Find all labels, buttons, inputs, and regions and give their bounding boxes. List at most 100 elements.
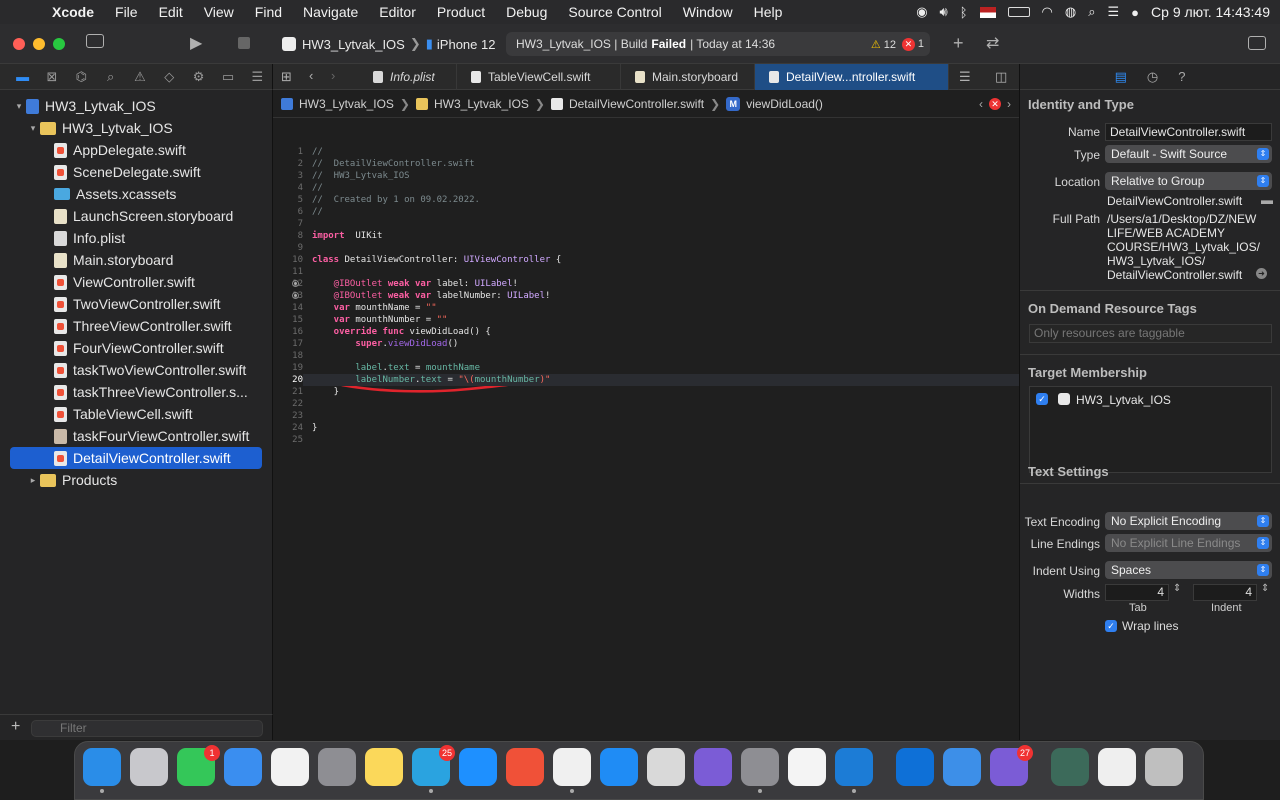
activity-view[interactable]: HW3_Lytvak_IOS | Build Failed | Today at… [506,32,930,56]
jump-bar-project[interactable]: HW3_Lytvak_IOS [281,97,394,111]
navigator-item[interactable]: Assets.xcassets [10,183,262,205]
tab-width-stepper[interactable]: ⇕ [1173,583,1181,594]
add-file-icon[interactable]: + [11,718,20,736]
line-number[interactable]: 16 [273,326,303,338]
navigator-item[interactable]: taskThreeViewController.s... [10,381,262,403]
teamviewer-icon[interactable] [896,748,934,786]
system-preferences-icon[interactable] [741,748,779,786]
navigator-item[interactable]: ▾ HW3_Lytvak_IOS [10,117,262,139]
help-inspector-icon[interactable]: ? [1178,69,1185,84]
line-number[interactable]: 1 [273,146,303,158]
navigator-item[interactable]: TwoViewController.swift [10,293,262,315]
code-line[interactable]: labelNumber.text = "\(mounthNumber)" [312,374,550,386]
code-line[interactable]: @IBOutlet weak var labelNumber: UILabel! [312,290,551,302]
editor-tab[interactable]: DetailView...ntroller.swift [755,64,949,90]
user-icon[interactable]: ◍ [1065,4,1076,20]
line-number[interactable]: 20 [273,374,303,386]
line-number[interactable]: 21 [273,386,303,398]
menu-editor[interactable]: Editor [379,4,416,20]
navigator-item[interactable]: DetailViewController.swift [10,447,262,469]
forward-icon[interactable]: › [331,68,335,83]
menu-help[interactable]: Help [754,4,783,20]
filter-input[interactable]: Filter [31,720,263,737]
viber-icon[interactable] [694,748,732,786]
menu-debug[interactable]: Debug [506,4,547,20]
app-store-icon[interactable] [600,748,638,786]
line-number[interactable]: 25 [273,434,303,446]
disclosure-closed-icon[interactable]: ▸ [26,475,40,486]
menu-edit[interactable]: Edit [159,4,183,20]
editor-tab[interactable]: Main.storyboard [621,64,755,90]
code-line[interactable]: // DetailViewController.swift [312,158,475,170]
close-window-button[interactable] [13,38,25,50]
code-line[interactable]: label.text = mounthName [312,362,480,374]
project-navigator-icon[interactable]: ▬ [8,69,37,84]
line-number[interactable]: 10 [273,254,303,266]
preview-icon[interactable] [1098,748,1136,786]
code-line[interactable]: } [312,386,339,398]
tab-width-field[interactable]: 4 [1105,584,1169,601]
navigator-item[interactable]: taskFourViewController.swift [10,425,262,447]
minimize-window-button[interactable] [33,38,45,50]
menu-product[interactable]: Product [437,4,485,20]
error-indicator[interactable]: ✕ 1 [901,37,924,51]
debug-navigator-icon[interactable]: ⚙ [184,69,213,85]
source-control-navigator-icon[interactable]: ⊠ [37,69,66,85]
sidebar-toggle-icon[interactable] [86,34,104,48]
line-number[interactable]: 23 [273,410,303,422]
navigator-item[interactable]: Main.storyboard [10,249,262,271]
menu-window[interactable]: Window [683,4,733,20]
navigator-item[interactable]: AppDelegate.swift [10,139,262,161]
telegram-icon[interactable]: 25 [412,745,455,786]
location-popup[interactable]: Relative to Group ⇕ [1105,172,1272,190]
navigator-item[interactable]: Info.plist [10,227,262,249]
wifi-icon[interactable]: ◠ [1042,4,1053,20]
screenshot-icon[interactable] [1051,748,1089,786]
line-number[interactable]: 11 [273,266,303,278]
safari-icon[interactable] [459,748,497,786]
code-line[interactable]: super.viewDidLoad() [312,338,458,350]
back-icon[interactable]: ‹ [309,68,313,83]
line-number[interactable]: 15 [273,314,303,326]
type-popup[interactable]: Default - Swift Source ⇕ [1105,145,1272,163]
name-field[interactable]: DetailViewController.swift [1105,123,1272,141]
indent-width-field[interactable]: 4 [1193,584,1257,601]
navigator-item[interactable]: ViewController.swift [10,271,262,293]
zoom-window-button[interactable] [53,38,65,50]
navigator-item[interactable]: FourViewController.swift [10,337,262,359]
split-editor-icon[interactable]: ◫ [995,69,1007,85]
history-inspector-icon[interactable]: ◷ [1147,69,1158,85]
stop-icon[interactable] [238,37,250,49]
code-editor[interactable]: 1 // 2 // DetailViewController.swift 3 // HW3… [273,119,1019,740]
chrome-icon[interactable] [553,748,591,786]
photos-icon[interactable] [271,748,309,786]
navigator-item[interactable]: taskTwoViewController.swift [10,359,262,381]
navigator-item[interactable]: ▸ Products [10,469,262,491]
line-number[interactable]: 8 [273,230,303,242]
code-line[interactable]: // [312,206,323,218]
code-line[interactable]: // HW3_Lytvak_IOS [312,170,410,182]
menu-view[interactable]: View [204,4,234,20]
file-inspector-icon[interactable]: ▤ [1115,69,1127,85]
line-number[interactable]: 7 [273,218,303,230]
indent-width-stepper[interactable]: ⇕ [1261,583,1269,594]
library-plus-icon[interactable]: + [953,33,964,54]
menu-navigate[interactable]: Navigate [303,4,358,20]
jump-bar-folder[interactable]: HW3_Lytvak_IOS [415,97,529,111]
menu-file[interactable]: File [115,4,138,20]
siri-icon[interactable]: ● [1131,5,1139,20]
line-number[interactable]: 4 [273,182,303,194]
reveal-arrow-icon[interactable]: ➜ [1256,268,1267,279]
line-number[interactable]: 3 [273,170,303,182]
line-number[interactable]: 17 [273,338,303,350]
scheme-selector[interactable]: HW3_Lytvak_IOS ❯ ▮ iPhone 12 [282,32,495,56]
inspector-toggle-icon[interactable] [1248,36,1266,50]
battery-icon[interactable] [1007,7,1030,17]
code-line[interactable]: var mounthNumber = "" [312,314,448,326]
menu-xcode[interactable]: Xcode [52,4,94,20]
notes-icon[interactable] [365,748,403,786]
outlet-connection-icon[interactable] [292,280,299,287]
xcode-beta-icon[interactable] [943,748,981,786]
line-number[interactable]: 22 [273,398,303,410]
editor-tab[interactable]: Info.plist [359,64,457,90]
